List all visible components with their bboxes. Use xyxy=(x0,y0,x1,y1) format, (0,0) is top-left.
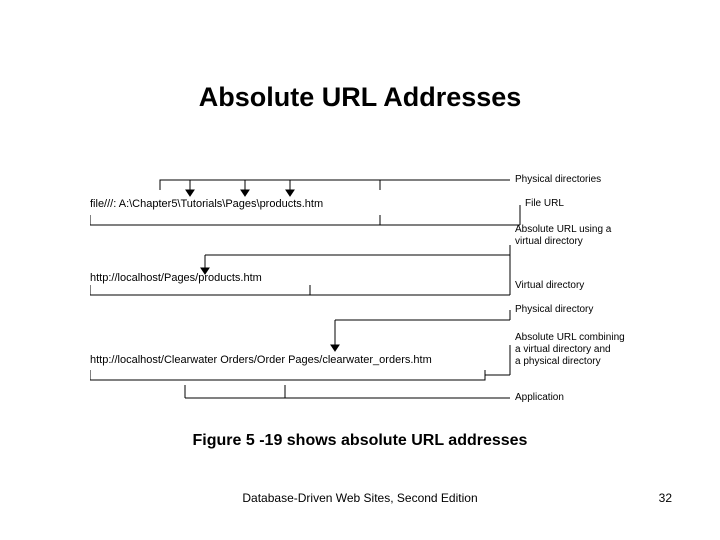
label-application: Application xyxy=(515,392,564,404)
localhost-url-text: http://localhost/Pages/products.htm xyxy=(90,272,262,284)
url-diagram: file///: A:\Chapter5\Tutorials\Pages\pro… xyxy=(90,160,650,410)
label-virtual-directory: Virtual directory xyxy=(515,280,584,292)
label-physical-directory: Physical directory xyxy=(515,304,593,316)
label-absolute-combining: Absolute URL combining a virtual directo… xyxy=(515,332,625,368)
label-absolute-virtual: Absolute URL using a virtual directory xyxy=(515,224,611,248)
slide-title: Absolute URL Addresses xyxy=(0,82,720,113)
footer-page-number: 32 xyxy=(659,491,672,505)
file-url-text: file///: A:\Chapter5\Tutorials\Pages\pro… xyxy=(90,198,323,210)
label-file-url: File URL xyxy=(525,198,564,210)
footer-book-title: Database-Driven Web Sites, Second Editio… xyxy=(0,491,720,505)
clearwater-url-text: http://localhost/Clearwater Orders/Order… xyxy=(90,354,432,366)
label-physical-directories: Physical directories xyxy=(515,174,601,186)
figure-caption: Figure 5 -19 shows absolute URL addresse… xyxy=(0,432,720,450)
